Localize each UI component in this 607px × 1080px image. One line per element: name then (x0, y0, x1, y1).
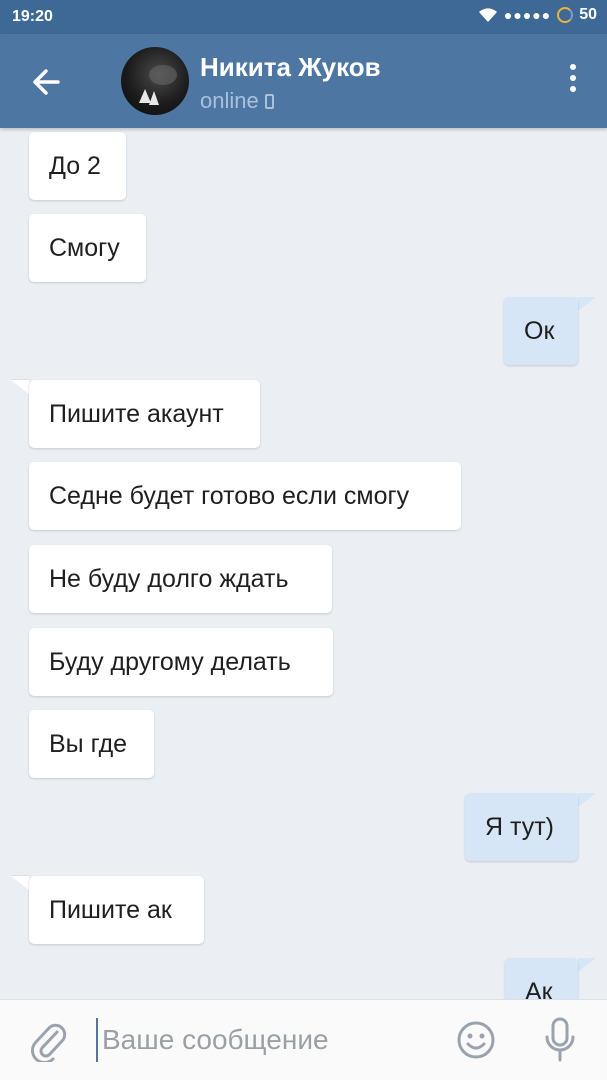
status-indicators: ●●●●● 50 (478, 6, 597, 24)
back-button[interactable] (22, 62, 70, 102)
status-text: online (200, 88, 259, 113)
attach-button[interactable] (30, 1020, 68, 1064)
status-time: 19:20 (12, 8, 53, 25)
paperclip-icon (31, 1023, 67, 1064)
arrow-left-icon (33, 69, 60, 95)
message-bubble-incoming[interactable]: Буду другому делать (29, 628, 333, 696)
message-bubble-incoming[interactable]: Пишите акаунт (29, 380, 260, 448)
bubble-tail (578, 958, 596, 972)
message-bubble-outgoing[interactable]: Я тут) (465, 793, 578, 861)
signal-dots: ●●●●● (503, 7, 552, 23)
microphone-icon (545, 1017, 575, 1062)
message-bubble-incoming[interactable]: Седне будет готово если смогу (29, 462, 461, 530)
emoji-button[interactable] (456, 1020, 496, 1060)
contact-name[interactable]: Никита Жуков (200, 52, 381, 83)
message-list[interactable]: До 2 Смогу Ок Пишите акаунт Седне будет … (0, 128, 607, 999)
message-bubble-incoming[interactable]: До 2 (29, 132, 126, 200)
menu-dot (570, 64, 576, 70)
avatar[interactable] (121, 47, 189, 115)
menu-dot (570, 75, 576, 81)
more-menu-button[interactable] (563, 64, 583, 100)
smiley-icon (457, 1021, 495, 1059)
message-bubble-outgoing[interactable]: Ак (505, 958, 578, 999)
mobile-phone-icon (264, 93, 274, 109)
message-bubble-incoming[interactable]: Смогу (29, 214, 146, 282)
wifi-icon (478, 8, 497, 22)
status-bar: 19:20 ●●●●● 50 (0, 0, 607, 34)
bubble-tail (11, 380, 29, 394)
message-bubble-outgoing[interactable]: Ок (504, 297, 578, 365)
message-bubble-incoming[interactable]: Пишите ак (29, 876, 204, 944)
bubble-tail (11, 876, 29, 890)
message-composer (0, 999, 607, 1080)
menu-dot (570, 86, 576, 92)
battery-ring-icon (557, 7, 574, 23)
message-bubble-incoming[interactable]: Вы где (29, 710, 154, 778)
message-input[interactable] (96, 1018, 432, 1062)
avatar-photo (139, 65, 177, 105)
chat-header: Никита Жуков online (0, 34, 607, 128)
bubble-tail (578, 297, 596, 311)
bubble-tail (578, 793, 596, 807)
contact-status: online (200, 88, 274, 114)
message-bubble-incoming[interactable]: Не буду долго ждать (29, 545, 332, 613)
battery-level: 50 (579, 6, 597, 23)
voice-message-button[interactable] (542, 1016, 578, 1064)
